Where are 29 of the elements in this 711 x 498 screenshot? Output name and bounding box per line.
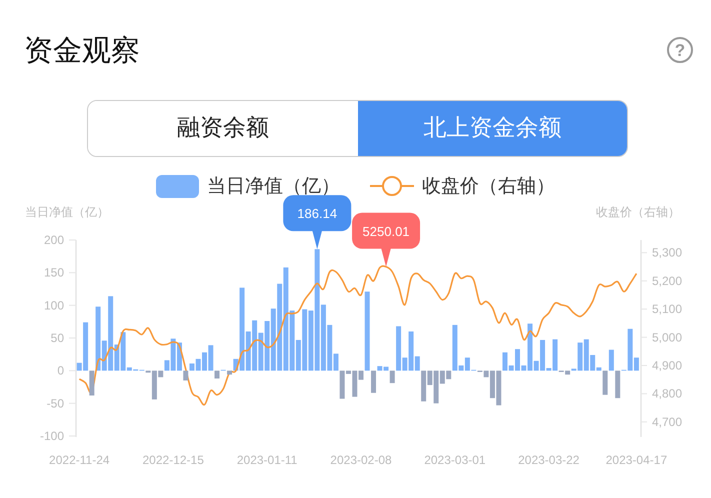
axis-tick-label: 2023-03-01: [424, 453, 486, 467]
page-title: 资金观察: [24, 36, 140, 64]
axis-tick-label: -100: [40, 429, 64, 443]
axis-tick-label: 2023-03-22: [518, 453, 580, 467]
axis-tick-label: 200: [44, 233, 64, 247]
axis-tick-label: -50: [46, 396, 64, 410]
axis-tick-label: 5,200: [652, 274, 682, 288]
axis-tick-label: 2023-01-11: [236, 453, 298, 467]
axis-tick-label: 4,800: [652, 386, 682, 401]
legend-label[interactable]: 收盘价（右轴）: [422, 172, 555, 200]
axis-tick-label: 2022-11-24: [49, 453, 110, 467]
legend-swatch: [156, 174, 199, 198]
value-tooltip: 186.14: [283, 195, 352, 250]
value-tooltip: 5250.01: [352, 212, 420, 267]
axis-tick-label: 5,100: [652, 302, 682, 316]
axis-tick-label: 4,900: [652, 358, 682, 372]
axis-tick-label: 2023-04-17: [606, 453, 668, 467]
axis-title: 收盘价（右轴）: [596, 205, 680, 219]
axis-tick-label: 5,300: [652, 246, 682, 260]
axis-tick-label: 50: [50, 331, 64, 345]
axis-tick-label: 100: [44, 298, 64, 312]
axis-tick-label: 2023-02-08: [330, 453, 392, 467]
axis-tick-label: 5,000: [652, 330, 682, 344]
axis-title: 当日净值（亿）: [25, 205, 109, 219]
axis-tick-label: 4,700: [652, 414, 682, 429]
axis-tick-label: 150: [44, 266, 64, 280]
axis-tick-label: 2022-12-15: [142, 453, 204, 467]
legend-line-icon: [370, 175, 414, 197]
axis-tick-label: 0: [57, 364, 64, 378]
